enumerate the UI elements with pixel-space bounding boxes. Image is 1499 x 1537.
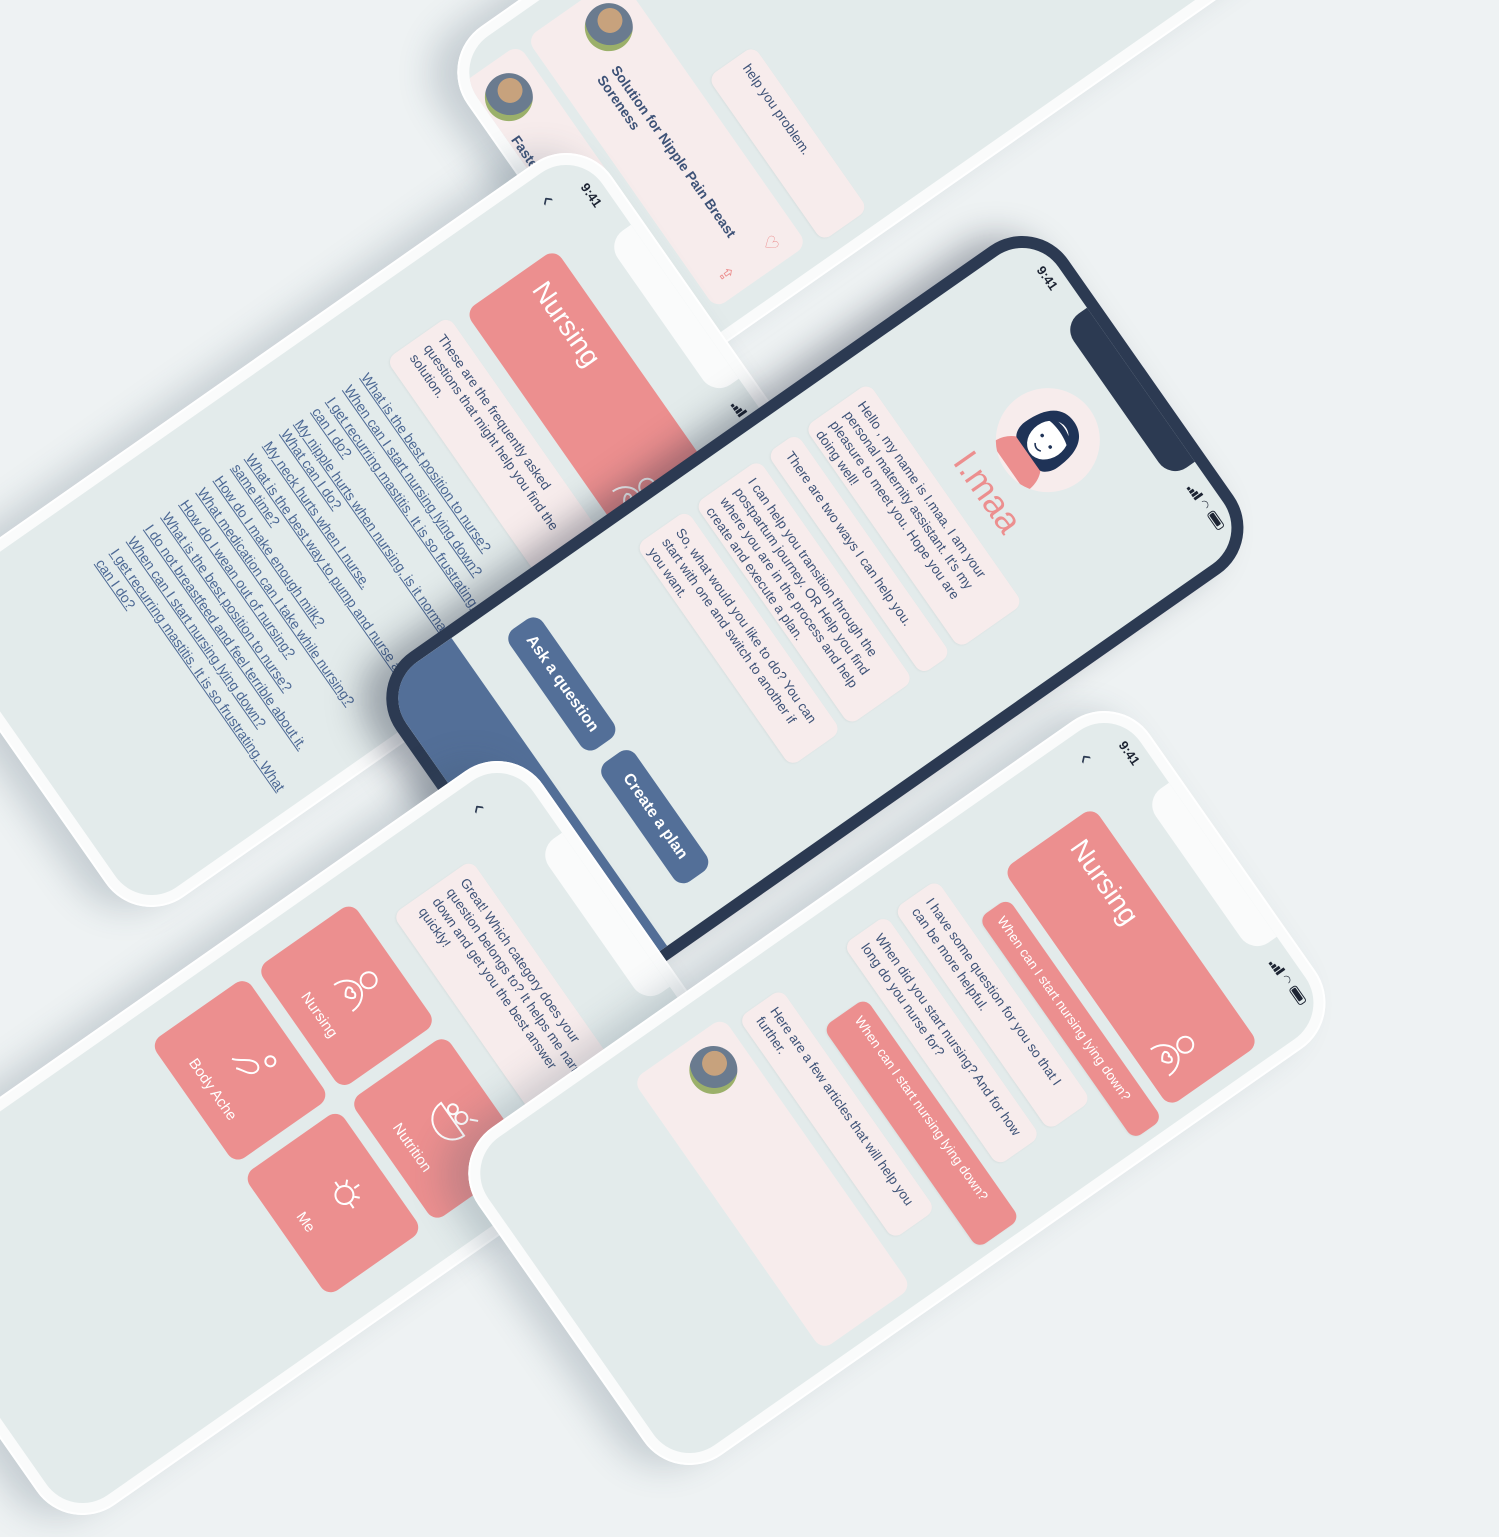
- share-icon[interactable]: ⇪: [712, 262, 738, 286]
- status-time: 9:41: [1115, 738, 1143, 769]
- signal-icon: [1268, 957, 1286, 975]
- body-ache-icon: [231, 1055, 277, 1075]
- ask-question-button[interactable]: Ask a question: [503, 612, 621, 756]
- battery-icon: [1288, 984, 1308, 1007]
- signal-icon: [1186, 482, 1204, 500]
- nursing-icon: [333, 971, 378, 1012]
- wifi-icon: ◠: [1196, 497, 1212, 512]
- wifi-icon: ◠: [1278, 972, 1294, 987]
- page-title: Nursing: [526, 275, 608, 373]
- back-icon[interactable]: ‹: [466, 797, 493, 819]
- back-icon[interactable]: ‹: [1073, 747, 1100, 769]
- create-plan-button[interactable]: Create a plan: [596, 745, 713, 888]
- article-thumbnail: [575, 0, 643, 61]
- heart-icon[interactable]: ♡: [757, 231, 783, 256]
- status-time: 9:41: [577, 180, 605, 211]
- signal-icon: [730, 399, 748, 417]
- battery-icon: [1206, 509, 1226, 532]
- sun-icon: [334, 1179, 360, 1209]
- back-icon[interactable]: ‹: [535, 189, 562, 211]
- article-thumbnail: [679, 1036, 747, 1104]
- page-title: Nursing: [1064, 833, 1146, 931]
- article-thumbnail: [475, 63, 543, 131]
- nursing-icon: [1150, 1035, 1195, 1077]
- showcase-background: { "status": {"time": "9:41"}, "nursing_f…: [0, 0, 1499, 1537]
- status-time: 9:41: [1033, 263, 1061, 294]
